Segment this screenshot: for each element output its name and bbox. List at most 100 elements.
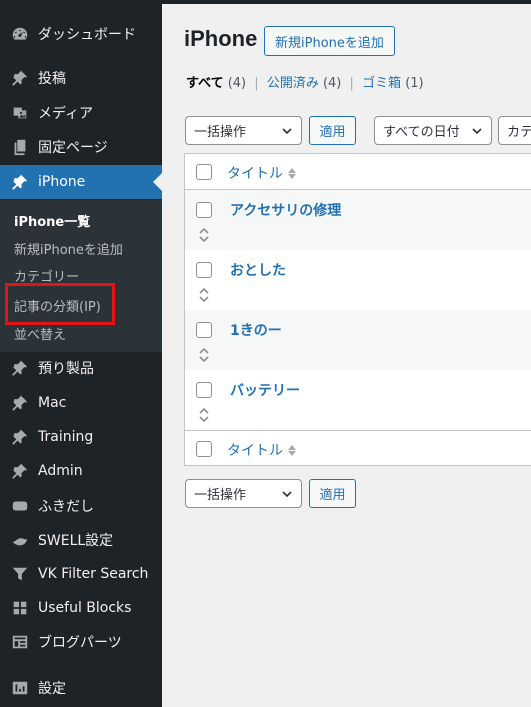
row-checkbox[interactable] <box>196 202 212 218</box>
menu-item-blog-parts[interactable]: ブログパーツ <box>0 625 162 659</box>
table-row: バッテリー <box>185 370 531 430</box>
menu-item-speech-bubble[interactable]: ふきだし <box>0 489 162 523</box>
pin-icon <box>10 68 30 88</box>
column-footer-title[interactable]: タイトル <box>227 440 296 460</box>
column-header-label: タイトル <box>227 166 283 182</box>
table-header-row: タイトル <box>185 154 531 190</box>
column-header-title[interactable]: タイトル <box>227 163 296 183</box>
chevron-down-icon <box>472 128 482 135</box>
menu-item-dashboard[interactable]: ダッシュボード <box>0 17 162 51</box>
menu-item-admin[interactable]: Admin <box>0 454 162 488</box>
bulk-action-select[interactable]: 一括操作 <box>185 116 302 145</box>
pin-icon <box>10 358 30 378</box>
menu-item-label: ブログパーツ <box>38 635 122 651</box>
table-row: おとした <box>185 250 531 310</box>
menu-item-label: 投稿 <box>38 71 66 87</box>
drag-sort-icon[interactable] <box>197 347 211 363</box>
select-all-checkbox[interactable] <box>196 441 212 457</box>
menu-item-label: Admin <box>38 463 83 479</box>
highlight-annotation-box <box>5 283 115 325</box>
menu-item-media[interactable]: メディア <box>0 96 162 130</box>
menu-item-settings[interactable]: 設定 <box>0 671 162 705</box>
drag-sort-icon[interactable] <box>197 287 211 303</box>
dashboard-icon <box>10 24 30 44</box>
submenu-item-add-new[interactable]: 新規iPhoneを追加 <box>14 239 123 258</box>
speech-bubble-icon <box>10 496 30 516</box>
menu-item-label: Training <box>38 429 94 445</box>
filter-trash-count: (1) <box>405 76 424 91</box>
post-title-link[interactable]: おとした <box>230 260 286 280</box>
separator: | <box>349 76 354 91</box>
filter-trash[interactable]: ゴミ箱 <box>362 76 401 91</box>
post-title-link[interactable]: アクセサリの修理 <box>230 200 341 220</box>
menu-item-label: VK Filter Search <box>38 566 149 582</box>
add-new-iphone-button[interactable]: 新規iPhoneを追加 <box>264 26 395 56</box>
bulk-action-select-bottom[interactable]: 一括操作 <box>185 479 302 508</box>
table-row: 1きのー <box>185 310 531 370</box>
status-filter-links: すべて (4) | 公開済み (4) | ゴミ箱 (1) <box>186 72 424 91</box>
menu-item-label: 固定ページ <box>38 140 108 156</box>
sort-icon <box>288 444 296 456</box>
row-checkbox[interactable] <box>196 322 212 338</box>
separator: | <box>254 76 259 91</box>
date-filter-select-value: すべての日付 <box>383 125 460 140</box>
filter-all[interactable]: すべて <box>186 76 224 91</box>
menu-item-label: SWELL設定 <box>38 533 114 549</box>
row-checkbox[interactable] <box>196 382 212 398</box>
submenu-item-iphone-list[interactable]: iPhone一覧 <box>14 211 90 230</box>
iphone-submenu: iPhone一覧 新規iPhoneを追加 カテゴリー 記事の分類(IP) 並べ替… <box>0 200 162 352</box>
filter-icon <box>10 564 30 584</box>
select-all-checkbox[interactable] <box>196 164 212 180</box>
row-checkbox[interactable] <box>196 262 212 278</box>
menu-item-pages[interactable]: 固定ページ <box>0 130 162 164</box>
apply-button[interactable]: 適用 <box>309 116 356 145</box>
chevron-down-icon <box>282 491 292 498</box>
bulk-action-select-value: 一括操作 <box>194 488 247 503</box>
blocks-grid-icon <box>10 598 30 618</box>
table-row: アクセサリの修理 <box>185 190 531 250</box>
menu-item-label: iPhone <box>38 174 86 190</box>
page-title: iPhone <box>184 26 258 51</box>
menu-item-posts[interactable]: 投稿 <box>0 61 162 95</box>
date-filter-select[interactable]: すべての日付 <box>374 116 492 145</box>
menu-item-iphone[interactable]: iPhone <box>0 165 162 199</box>
menu-item-label: 設定 <box>38 681 66 697</box>
category-filter-select-value: カテ <box>507 125 531 140</box>
apply-button-bottom[interactable]: 適用 <box>309 479 356 508</box>
menu-item-useful-blocks[interactable]: Useful Blocks <box>0 591 162 625</box>
pin-icon <box>10 172 30 192</box>
menu-item-deposit-products[interactable]: 預り製品 <box>0 351 162 385</box>
bulk-action-select-value: 一括操作 <box>194 125 247 140</box>
pages-icon <box>10 137 30 157</box>
menu-item-swell-settings[interactable]: SWELL設定 <box>0 523 162 557</box>
submenu-item-reorder[interactable]: 並べ替え <box>14 324 66 343</box>
admin-sidebar: ダッシュボード 投稿 メディア 固定ページ iPhone iPhone一覧 新規… <box>0 0 162 707</box>
pin-icon <box>10 393 30 413</box>
category-filter-select[interactable]: カテ <box>498 116 531 145</box>
table-footer-row: タイトル <box>185 431 531 466</box>
menu-item-label: Useful Blocks <box>38 600 132 616</box>
pin-icon <box>10 427 30 447</box>
column-header-label: タイトル <box>227 443 283 459</box>
post-title-link[interactable]: バッテリー <box>230 380 300 400</box>
media-icon <box>10 103 30 123</box>
menu-item-label: ふきだし <box>38 499 94 515</box>
filter-published[interactable]: 公開済み <box>267 76 319 91</box>
menu-item-mac[interactable]: Mac <box>0 386 162 420</box>
top-admin-bar <box>162 0 531 4</box>
blog-parts-icon <box>10 632 30 652</box>
menu-item-label: Mac <box>38 395 67 411</box>
drag-sort-icon[interactable] <box>197 227 211 243</box>
settings-icon <box>10 678 30 698</box>
menu-item-vk-filter-search[interactable]: VK Filter Search <box>0 557 162 591</box>
menu-item-label: メディア <box>38 106 94 122</box>
menu-item-label: 預り製品 <box>38 361 94 377</box>
pin-icon <box>10 461 30 481</box>
post-title-link[interactable]: 1きのー <box>230 320 282 340</box>
filter-published-count: (4) <box>322 76 342 91</box>
posts-table: タイトル アクセサリの修理 おとした 1きのー バッテリー タイトル <box>184 153 531 466</box>
chevron-down-icon <box>282 128 292 135</box>
sort-icon <box>288 167 296 179</box>
drag-sort-icon[interactable] <box>197 407 211 423</box>
menu-item-training[interactable]: Training <box>0 420 162 454</box>
